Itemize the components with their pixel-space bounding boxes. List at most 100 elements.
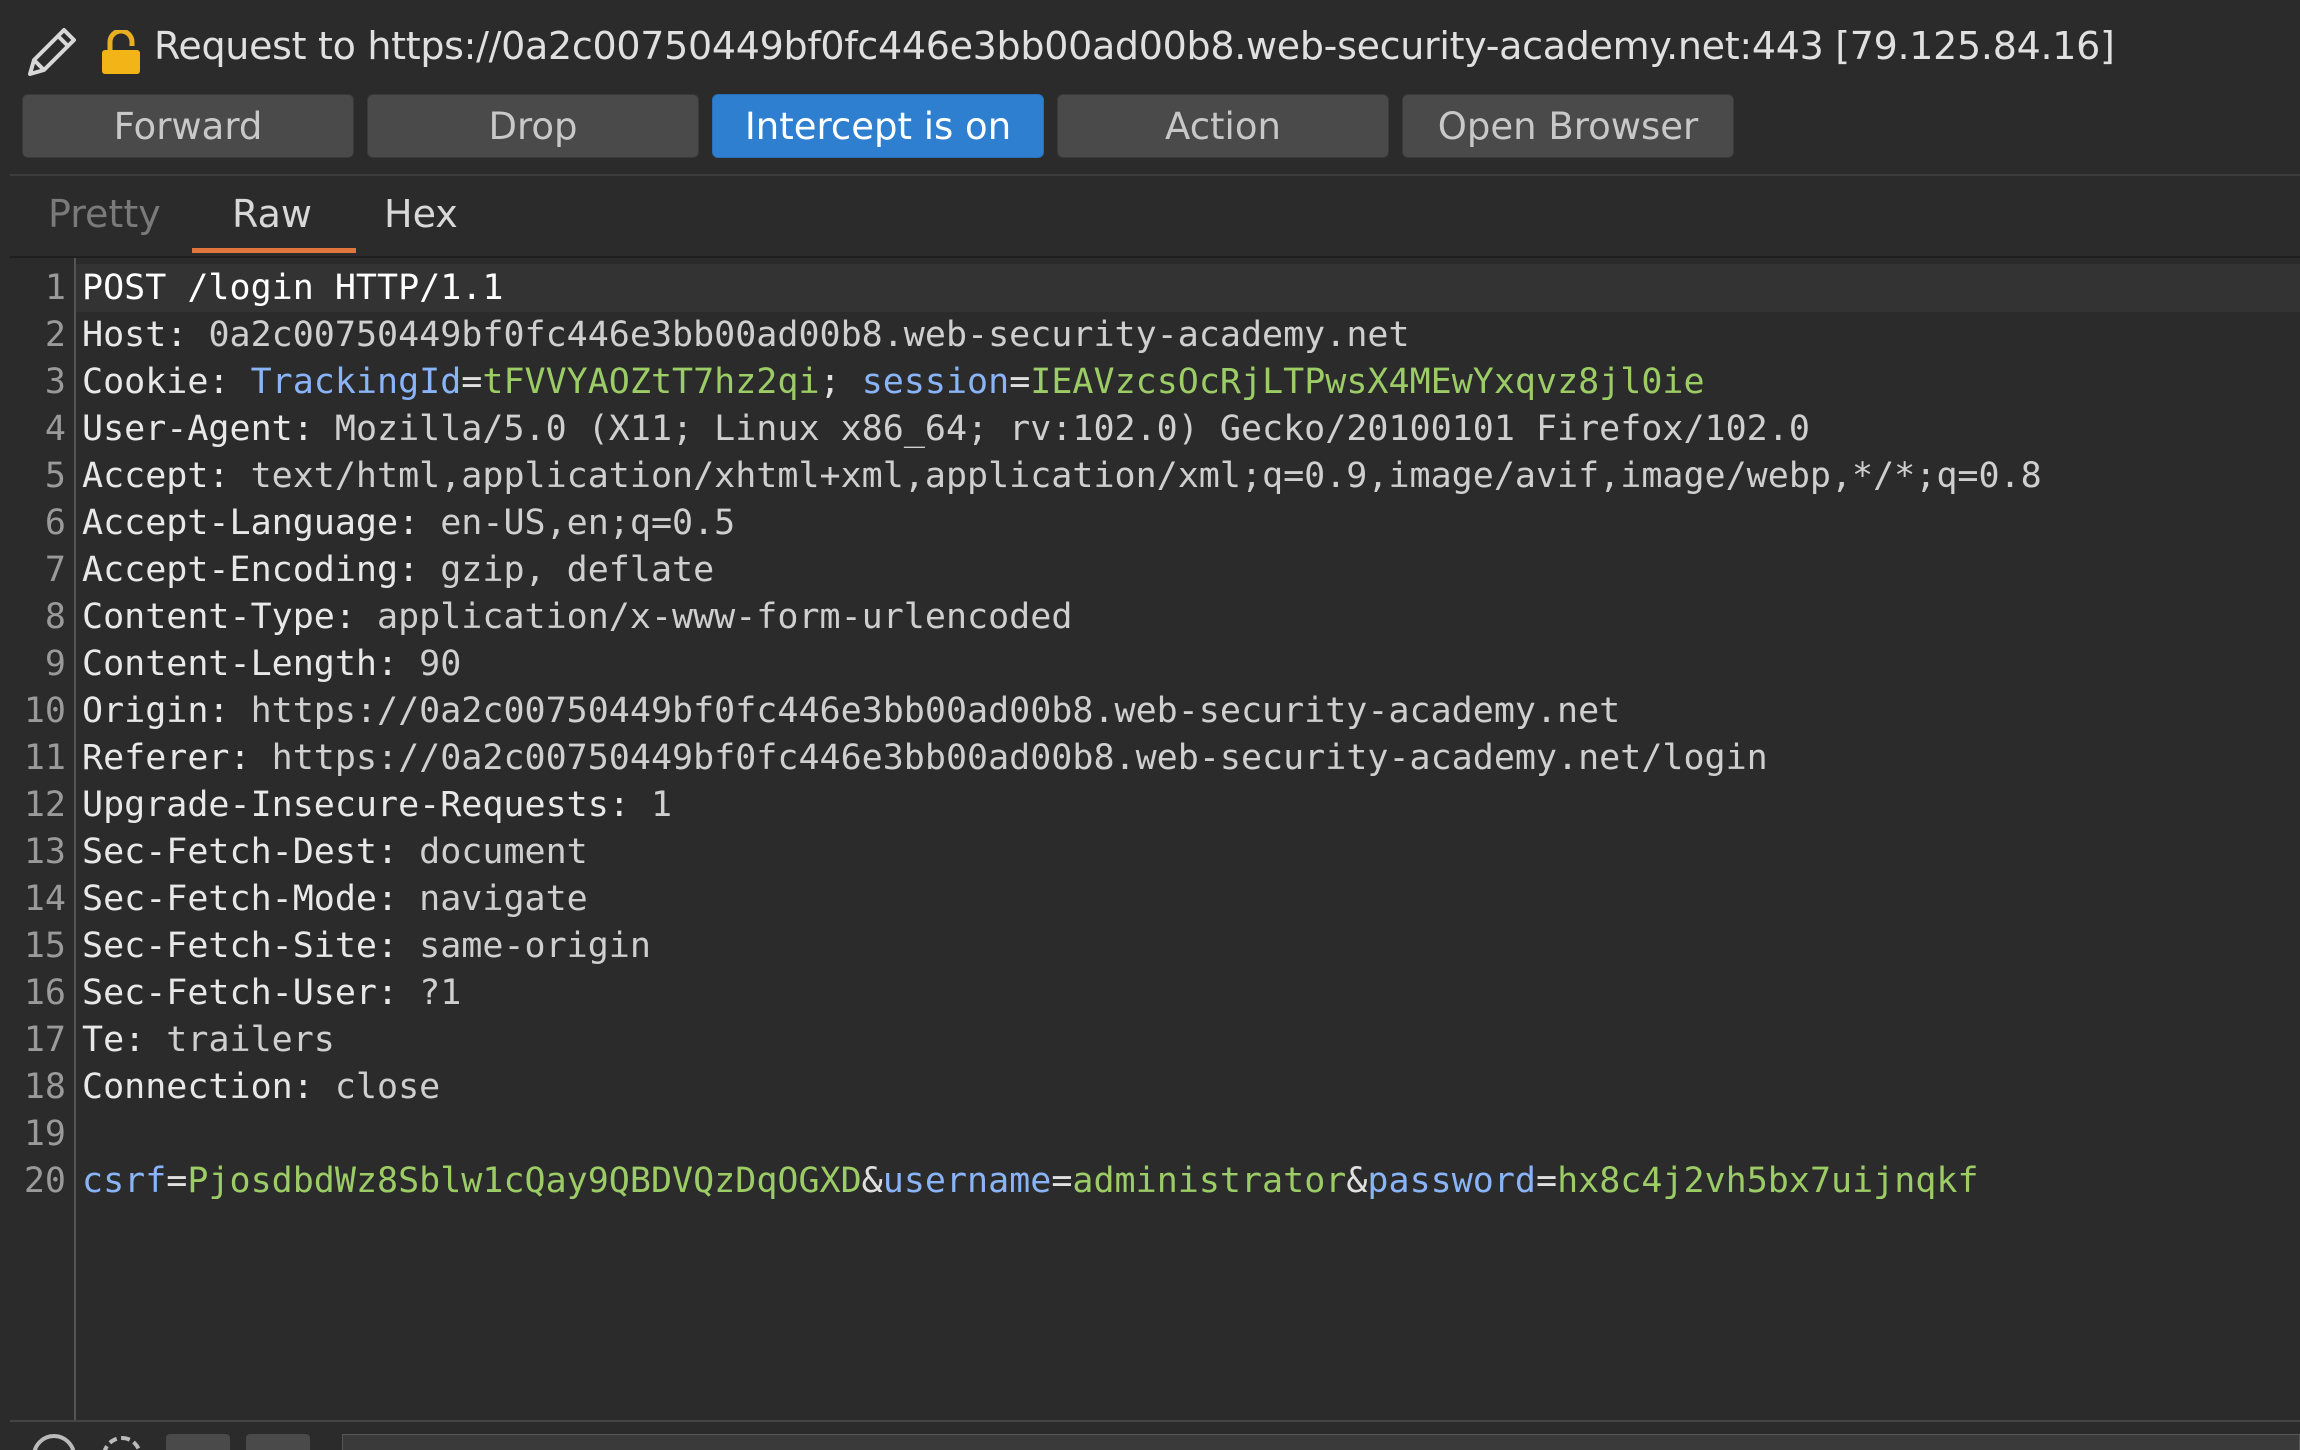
token: Cookie: [82,362,251,402]
action-button[interactable]: Action [1057,94,1389,158]
raw-request-editor[interactable]: 1 POST /login HTTP/1.1 2 Host: 0a2c00750449… [10,258,2300,1420]
settings-icon[interactable] [102,1436,142,1450]
token: 0a2c00750449bf0fc446e3bb00ad00b8.web-sec… [208,315,1410,355]
intercept-panel: Request to https://0a2c00750449bf0fc446e… [0,0,2300,1450]
code-line: 11 Referer: https://0a2c00750449bf0fc446e… [10,735,2300,782]
help-icon[interactable] [32,1434,76,1450]
token: https://0a2c00750449bf0fc446e3bb00ad00b8… [271,738,1768,778]
token: 90 [419,644,462,684]
token: Sec-Fetch-Site: [82,926,420,966]
message-view-tabs: Pretty Raw Hex [10,178,2300,256]
line-number: 7 [44,550,66,590]
lock-icon [102,30,140,74]
line-number: 3 [44,362,66,402]
token: Connection: [82,1067,335,1107]
forward-button[interactable]: Forward [22,94,354,158]
code-line: 9 Content-Length: 90 [10,641,2300,688]
code-line: 17 Te: trailers [10,1017,2300,1064]
tab-raw[interactable]: Raw [232,192,312,236]
line-content: Content-Type: application/x-www-form-url… [82,594,1072,641]
token: Te: [82,1020,167,1060]
token: https://0a2c00750449bf0fc446e3bb00ad00b8… [250,691,1621,731]
line-number: 13 [23,832,66,872]
token: Accept-Encoding: [82,550,441,590]
line-number: 12 [23,785,66,825]
token: ?1 [419,973,462,1013]
token: application/x-www-form-urlencoded [377,597,1073,637]
line-content: Accept: text/html,application/xhtml+xml,… [82,453,2042,500]
line-number: 20 [23,1161,66,1201]
line-number: 19 [23,1114,66,1154]
token: document [419,832,588,872]
divider [10,174,2300,176]
token: & [861,1161,883,1201]
code-line: 18 Connection: close [10,1064,2300,1111]
token: password [1367,1161,1536,1201]
line-number: 6 [44,503,66,543]
line-content: Origin: https://0a2c00750449bf0fc446e3bb… [82,688,1620,735]
code-line: 13 Sec-Fetch-Dest: document [10,829,2300,876]
token: same-origin [419,926,651,966]
request-title: Request to https://0a2c00750449bf0fc446e… [154,24,2115,68]
pencil-icon[interactable] [20,20,84,84]
next-match-button[interactable] [246,1434,310,1450]
token: Sec-Fetch-User: [82,973,420,1013]
token: = [1009,362,1031,402]
open-browser-button[interactable]: Open Browser [1402,94,1734,158]
search-bar [10,1420,2300,1450]
token: IEAVzcsOcRjLTPwsX4MEwYxqvz8jl0ie [1030,362,1705,402]
intercept-toggle-button[interactable]: Intercept is on [712,94,1044,158]
token: administrator [1072,1161,1347,1201]
line-number: 4 [44,409,66,449]
token: PjosdbdWz8Sblw1cQay9QBDVQzDqOGXD [187,1161,862,1201]
token: Sec-Fetch-Mode: [82,879,420,919]
line-content: Te: trailers [82,1017,335,1064]
line-content: Sec-Fetch-Site: same-origin [82,923,651,970]
line-content: csrf=PjosdbdWz8Sblw1cQay9QBDVQzDqOGXD&us… [82,1158,1979,1205]
tab-pretty[interactable]: Pretty [48,192,161,236]
line-number: 2 [44,315,66,355]
token: close [334,1067,441,1107]
token: trailers [166,1020,335,1060]
token: Referer: [82,738,272,778]
line-content: User-Agent: Mozilla/5.0 (X11; Linux x86_… [82,406,1810,453]
token: = [461,362,483,402]
code-line: 19 [10,1111,2300,1158]
active-tab-indicator [192,248,356,253]
search-input[interactable] [342,1434,2300,1450]
token: Origin: [82,691,251,731]
line-content: Referer: https://0a2c00750449bf0fc446e3b… [82,735,1768,782]
code-line: 6 Accept-Language: en-US,en;q=0.5 [10,500,2300,547]
line-content: Host: 0a2c00750449bf0fc446e3bb00ad00b8.w… [82,312,1410,359]
token: gzip, deflate [440,550,715,590]
token: ; [819,362,862,402]
line-number: 9 [44,644,66,684]
token: Upgrade-Insecure-Requests: [82,785,651,825]
token: User-Agent: [82,409,335,449]
token: & [1346,1161,1368,1201]
line-number: 11 [23,738,66,778]
code-line: 7 Accept-Encoding: gzip, deflate [10,547,2300,594]
token: en-US,en;q=0.5 [440,503,736,543]
code-line: 1 POST /login HTTP/1.1 [10,265,2300,312]
line-number: 17 [23,1020,66,1060]
previous-match-button[interactable] [166,1434,230,1450]
code-line: 10 Origin: https://0a2c00750449bf0fc446e3… [10,688,2300,735]
drop-button[interactable]: Drop [367,94,699,158]
token: csrf [82,1161,167,1201]
token: TrackingId [250,362,462,402]
code-line: 2 Host: 0a2c00750449bf0fc446e3bb00ad00b8.… [10,312,2300,359]
code-line: 4 User-Agent: Mozilla/5.0 (X11; Linux x86… [10,406,2300,453]
line-content: Accept-Language: en-US,en;q=0.5 [82,500,735,547]
line-content: Sec-Fetch-Dest: document [82,829,588,876]
line-content: Sec-Fetch-User: ?1 [82,970,461,1017]
token: Content-Type: [82,597,378,637]
code-line: 8 Content-Type: application/x-www-form-ur… [10,594,2300,641]
token: = [166,1161,188,1201]
line-number: 16 [23,973,66,1013]
token: username [882,1161,1052,1201]
code-line: 14 Sec-Fetch-Mode: navigate [10,876,2300,923]
token: text/html,application/xhtml+xml,applicat… [250,456,2042,496]
code-line: 5 Accept: text/html,application/xhtml+xml… [10,453,2300,500]
tab-hex[interactable]: Hex [384,192,458,236]
